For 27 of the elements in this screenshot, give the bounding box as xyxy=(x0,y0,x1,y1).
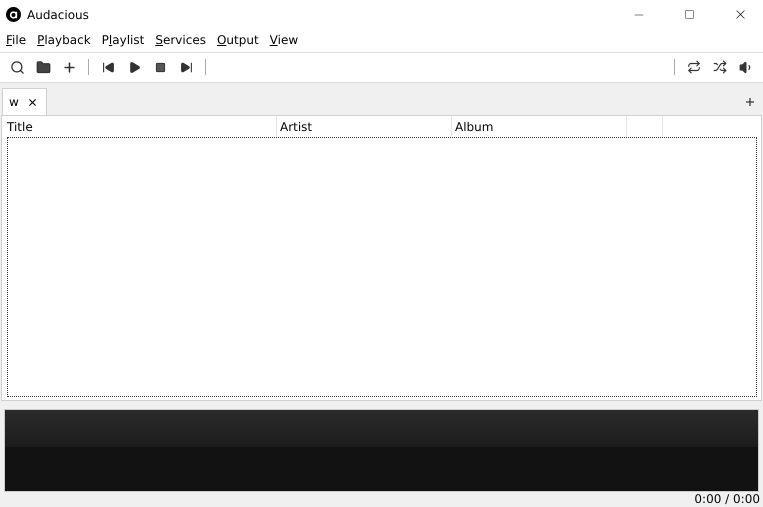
menu-item[interactable]: Playlist xyxy=(102,33,144,48)
playlist-tab[interactable]: w xyxy=(2,88,47,116)
column-header[interactable]: Album xyxy=(452,116,627,138)
column-header[interactable]: Title xyxy=(4,116,277,138)
plus-icon[interactable] xyxy=(62,60,76,75)
close-tab-icon[interactable] xyxy=(26,96,38,108)
next-icon[interactable] xyxy=(180,60,192,74)
add-tab-icon[interactable] xyxy=(744,96,756,108)
time-display: 0:00 / 0:00 xyxy=(694,492,760,506)
tab-label: w xyxy=(9,95,19,110)
menu-item[interactable]: File xyxy=(6,33,26,48)
volume-icon[interactable] xyxy=(738,60,754,75)
previous-icon[interactable] xyxy=(102,60,114,74)
menu-item[interactable]: Playback xyxy=(37,33,91,48)
stop-icon[interactable] xyxy=(154,62,166,73)
menu-item[interactable]: View xyxy=(270,33,298,48)
search-icon[interactable] xyxy=(10,60,24,75)
app-logo-icon xyxy=(6,7,21,22)
column-header[interactable]: Artist xyxy=(277,116,452,138)
shuffle-icon[interactable] xyxy=(713,60,727,74)
folder-icon[interactable] xyxy=(36,60,50,75)
window-title: Audacious xyxy=(27,8,90,22)
menu-item[interactable]: Output xyxy=(216,33,259,48)
maximize-icon[interactable] xyxy=(684,9,695,20)
repeat-icon[interactable] xyxy=(687,60,701,74)
menu-item[interactable]: Services xyxy=(155,33,206,48)
play-icon[interactable] xyxy=(128,60,140,74)
